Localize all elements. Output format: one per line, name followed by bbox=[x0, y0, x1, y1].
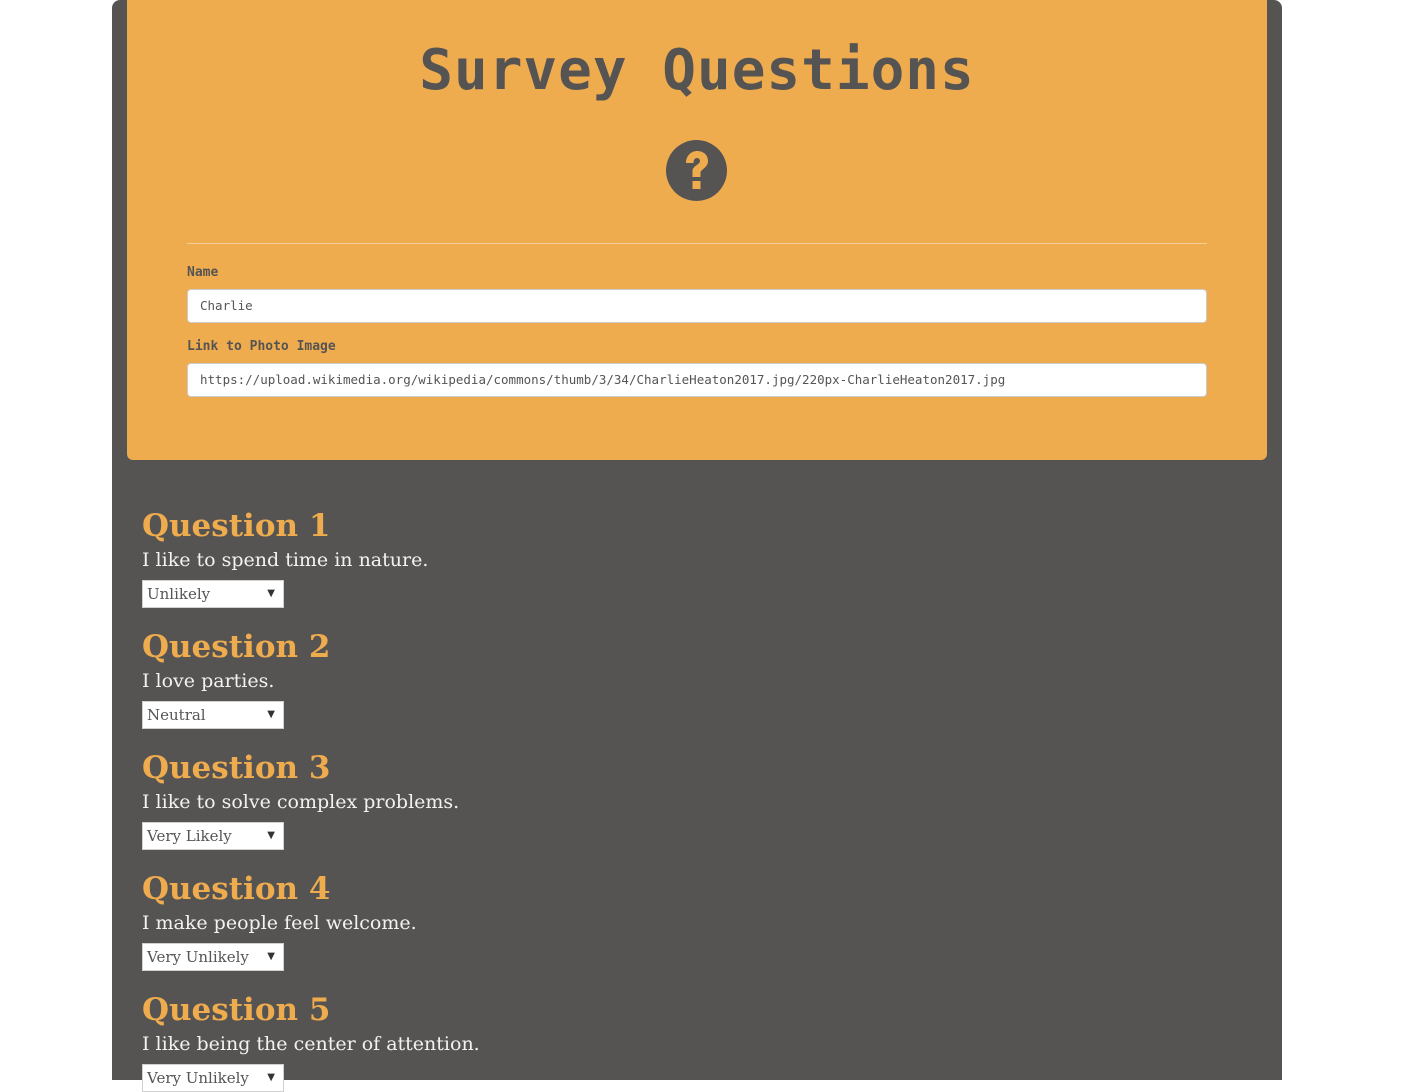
answer-select[interactable]: Unlikely ▼ bbox=[142, 580, 284, 608]
question-block: Question 4 I make people feel welcome. V… bbox=[142, 871, 742, 971]
chevron-down-icon: ▼ bbox=[267, 588, 275, 599]
answer-select-value: Very Unlikely bbox=[147, 1069, 249, 1087]
question-block: Question 2 I love parties. Neutral ▼ bbox=[142, 629, 742, 729]
photo-link-label: Link to Photo Image bbox=[187, 339, 336, 354]
answer-select-value: Neutral bbox=[147, 706, 206, 724]
chevron-down-icon: ▼ bbox=[267, 951, 275, 962]
name-label: Name bbox=[187, 265, 219, 280]
answer-select[interactable]: Neutral ▼ bbox=[142, 701, 284, 729]
survey-header-panel: Survey Questions Name Charlie Link to Ph… bbox=[127, 0, 1267, 460]
question-block: Question 3 I like to solve complex probl… bbox=[142, 750, 742, 850]
page-title: Survey Questions bbox=[419, 38, 975, 103]
question-block: Question 5 I like being the center of at… bbox=[142, 992, 742, 1092]
chevron-down-icon: ▼ bbox=[267, 709, 275, 720]
answer-select-value: Very Likely bbox=[147, 827, 232, 845]
photo-link-input[interactable]: https://upload.wikimedia.org/wikipedia/c… bbox=[187, 363, 1207, 397]
question-title: Question 5 bbox=[142, 992, 331, 1028]
header-divider bbox=[187, 243, 1207, 244]
answer-select-value: Unlikely bbox=[147, 585, 211, 603]
question-text: I like to spend time in nature. bbox=[142, 549, 429, 571]
chevron-down-icon: ▼ bbox=[267, 1072, 275, 1083]
question-title: Question 3 bbox=[142, 750, 331, 786]
page-container: Survey Questions Name Charlie Link to Ph… bbox=[112, 0, 1282, 1092]
question-block: Question 1 I like to spend time in natur… bbox=[142, 508, 742, 608]
answer-select-value: Very Unlikely bbox=[147, 948, 249, 966]
question-title: Question 4 bbox=[142, 871, 331, 907]
name-input[interactable]: Charlie bbox=[187, 289, 1207, 323]
question-title: Question 2 bbox=[142, 629, 331, 665]
answer-select[interactable]: Very Unlikely ▼ bbox=[142, 943, 284, 971]
question-title: Question 1 bbox=[142, 508, 331, 544]
question-text: I like to solve complex problems. bbox=[142, 791, 460, 813]
answer-select[interactable]: Very Unlikely ▼ bbox=[142, 1064, 284, 1092]
question-text: I love parties. bbox=[142, 670, 275, 692]
question-text: I like being the center of attention. bbox=[142, 1033, 480, 1055]
chevron-down-icon: ▼ bbox=[267, 830, 275, 841]
question-text: I make people feel welcome. bbox=[142, 912, 417, 934]
question-circle-icon bbox=[666, 140, 727, 201]
answer-select[interactable]: Very Likely ▼ bbox=[142, 822, 284, 850]
